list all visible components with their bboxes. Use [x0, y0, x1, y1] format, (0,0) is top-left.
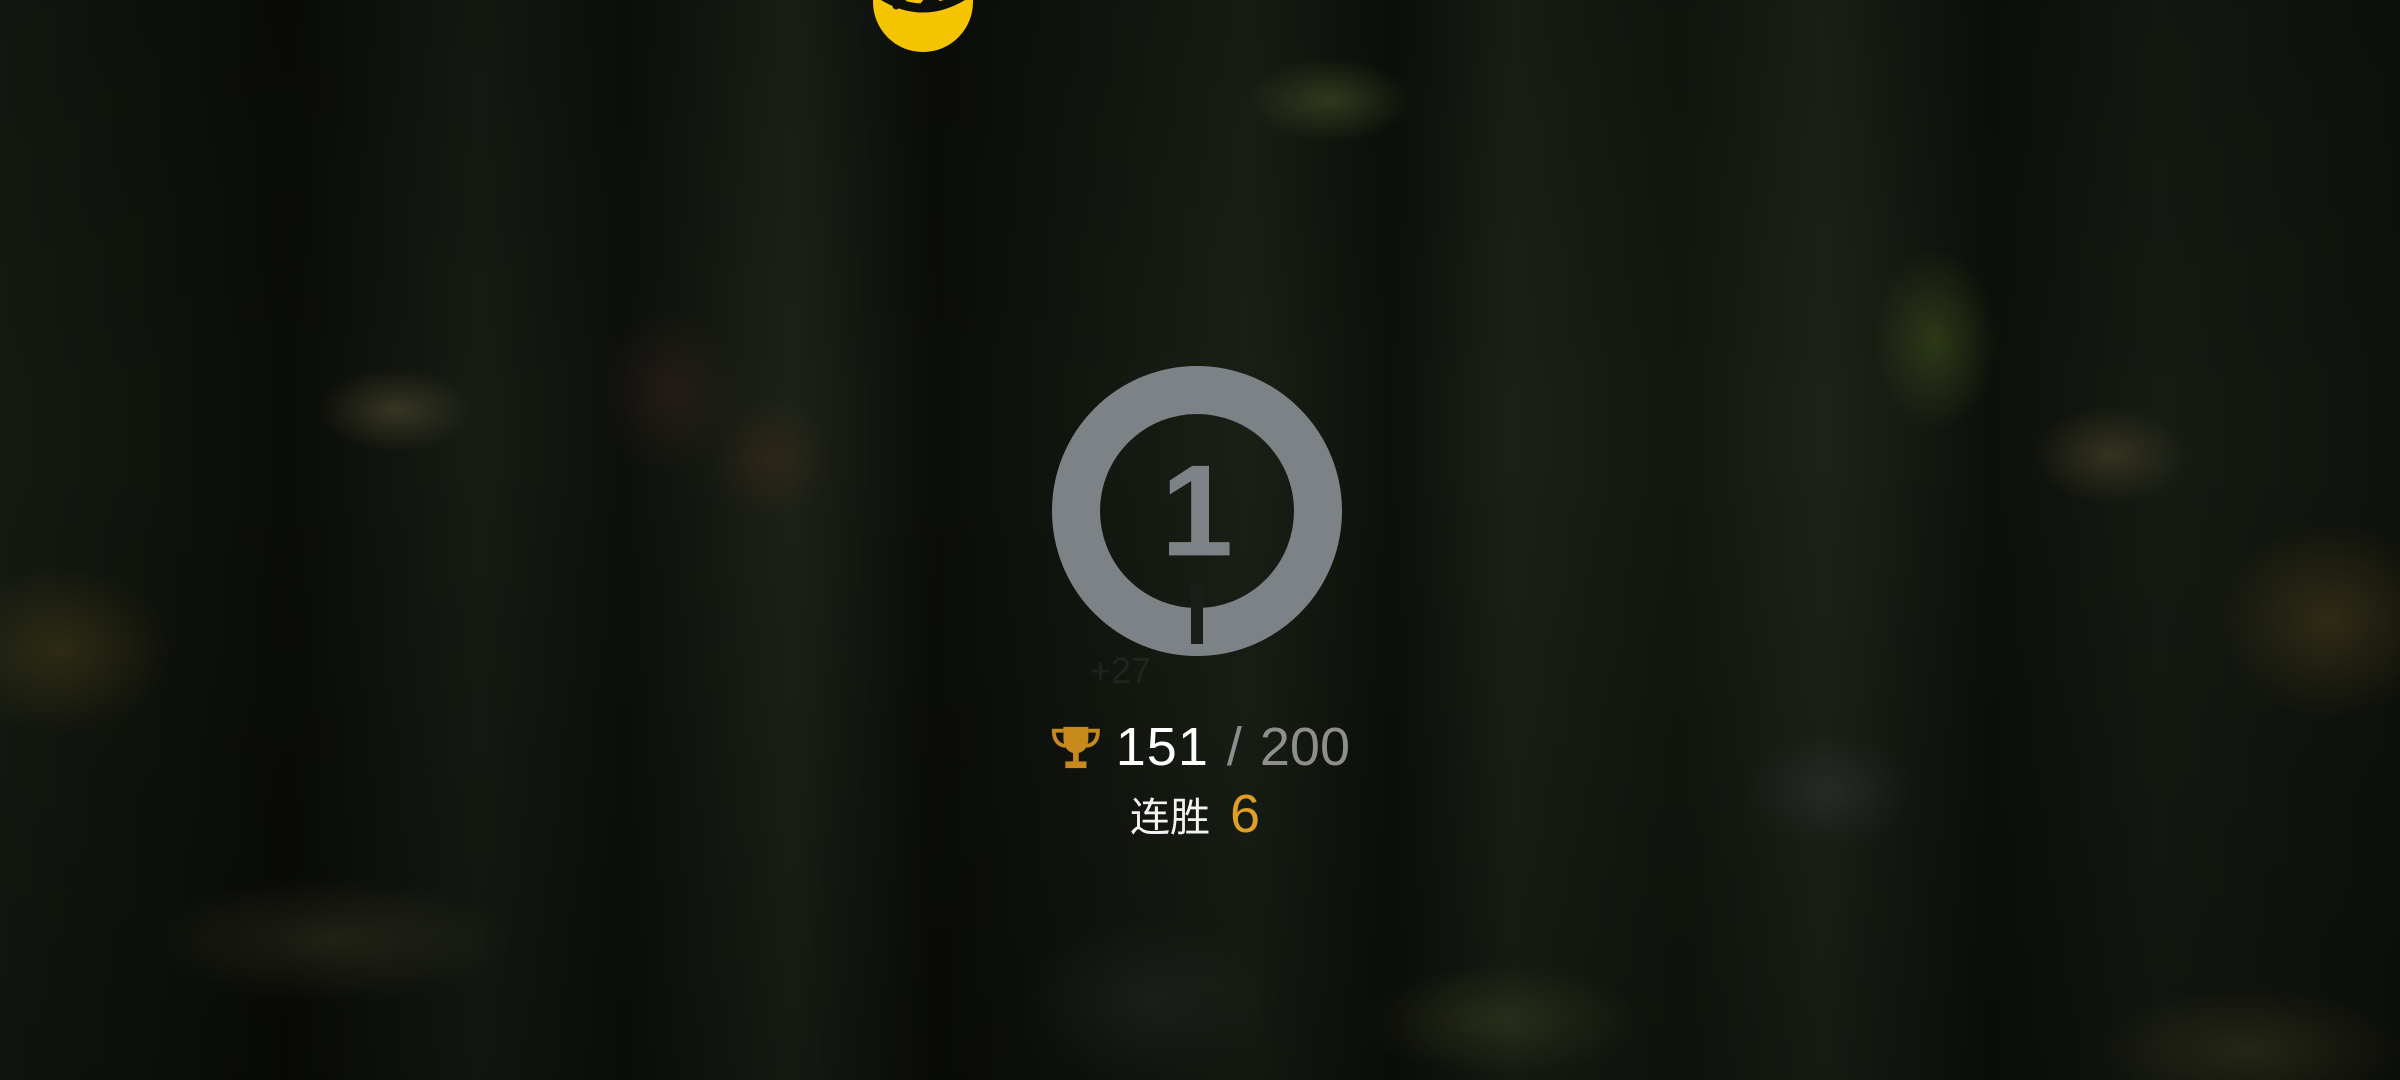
- trophy-icon: [1051, 726, 1100, 769]
- placement-number: 1: [1161, 437, 1233, 583]
- win-streak-row: 连胜 6: [1130, 782, 1330, 846]
- placement-badge: 1: [1052, 366, 1342, 656]
- win-streak-value: 6: [1230, 784, 1261, 844]
- faded-background-text: +27: [1090, 650, 1152, 691]
- gold-emblem-icon: [873, 0, 973, 52]
- win-streak-label: 连胜: [1130, 795, 1210, 841]
- result-screen: 1 +27 151 / 200 连胜 6: [0, 0, 2400, 1080]
- trophy-score-row: 151 / 200: [1050, 712, 1350, 782]
- trophy-score-max: 200: [1259, 717, 1350, 777]
- trophy-score-current: 151: [1115, 717, 1209, 777]
- trophy-score-separator: /: [1226, 717, 1242, 777]
